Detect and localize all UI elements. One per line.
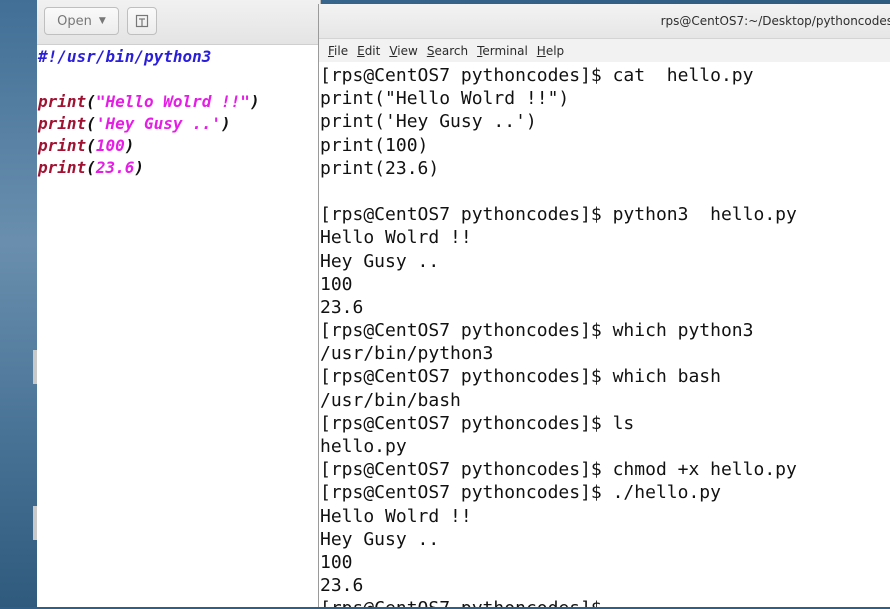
menu-help[interactable]: Help bbox=[537, 44, 564, 58]
terminal-line: [rps@CentOS7 pythoncodes]$ cat hello.py bbox=[320, 65, 754, 86]
argument: 'Hey Gusy ..' bbox=[95, 113, 222, 133]
paren: ( bbox=[86, 158, 96, 178]
shebang-text: #!/usr/bin/python3 bbox=[38, 47, 212, 66]
terminal-line: 23.6 bbox=[320, 296, 364, 318]
terminal-line: Hey Gusy .. bbox=[320, 528, 440, 550]
terminal-output[interactable]: [rps@CentOS7 pythoncodes]$ cat hello.py p… bbox=[320, 64, 890, 607]
terminal-title: rps@CentOS7:~/Desktop/pythoncodes bbox=[660, 14, 890, 28]
terminal-line: 23.6 bbox=[320, 575, 364, 597]
function-name: print bbox=[38, 158, 87, 178]
document-icon bbox=[135, 14, 149, 28]
function-name: print bbox=[38, 113, 87, 133]
paren: ( bbox=[86, 91, 96, 111]
terminal-menubar: File Edit View Search Terminal Help bbox=[319, 39, 890, 62]
new-document-button[interactable] bbox=[127, 7, 157, 35]
terminal-line: 100 bbox=[320, 273, 353, 295]
editor-line: print('Hey Gusy ..') bbox=[37, 113, 320, 135]
terminal-window: rps@CentOS7:~/Desktop/pythoncodes File Ed… bbox=[318, 4, 890, 607]
terminal-titlebar[interactable]: rps@CentOS7:~/Desktop/pythoncodes bbox=[319, 4, 890, 39]
paren: ) bbox=[124, 136, 135, 156]
terminal-line: [rps@CentOS7 pythoncodes]$ bbox=[320, 597, 890, 607]
open-button[interactable]: Open ▼ bbox=[44, 7, 119, 35]
menu-file[interactable]: File bbox=[328, 44, 348, 58]
paren: ( bbox=[86, 113, 96, 133]
terminal-line: [rps@CentOS7 pythoncodes]$ ./hello.py bbox=[320, 482, 721, 504]
terminal-line: Hello Wolrd !! bbox=[320, 505, 472, 527]
terminal-line: print(100) bbox=[320, 134, 429, 156]
gedit-headerbar: Open ▼ bbox=[37, 0, 320, 45]
paren: ) bbox=[221, 113, 231, 133]
paren: ) bbox=[249, 91, 260, 111]
editor-line: print(100) bbox=[37, 135, 320, 157]
terminal-line: [rps@CentOS7 pythoncodes]$ which python3 bbox=[320, 320, 754, 342]
terminal-line: /usr/bin/bash bbox=[320, 389, 461, 411]
paren: ) bbox=[134, 158, 144, 178]
gedit-window: Open ▼ #!/usr/bin/python3 print("Hello Wo… bbox=[37, 0, 321, 607]
terminal-line: print(23.6) bbox=[320, 157, 440, 179]
terminal-line: 100 bbox=[320, 551, 353, 573]
menu-search[interactable]: Search bbox=[427, 44, 468, 58]
editor-line: print("Hello Wolrd !!") bbox=[37, 91, 320, 113]
menu-terminal[interactable]: Terminal bbox=[477, 44, 528, 58]
terminal-line: Hey Gusy .. bbox=[320, 250, 440, 272]
terminal-line: Hello Wolrd !! bbox=[320, 227, 472, 249]
editor-text-area[interactable]: #!/usr/bin/python3 print("Hello Wolrd !!"… bbox=[37, 44, 320, 609]
terminal-line: print("Hello Wolrd !!") bbox=[320, 88, 570, 110]
argument: "Hello Wolrd !!" bbox=[95, 91, 250, 111]
editor-line: #!/usr/bin/python3 bbox=[37, 46, 320, 68]
paren: ( bbox=[86, 136, 96, 156]
terminal-line: hello.py bbox=[320, 436, 407, 457]
argument: 23.6 bbox=[95, 158, 135, 178]
menu-view[interactable]: View bbox=[389, 44, 417, 58]
terminal-line: [rps@CentOS7 pythoncodes]$ which bash bbox=[320, 366, 721, 388]
chevron-down-icon: ▼ bbox=[98, 16, 106, 26]
terminal-line: [rps@CentOS7 pythoncodes]$ python3 hello… bbox=[320, 204, 797, 226]
terminal-line: print('Hey Gusy ..') bbox=[320, 111, 537, 133]
terminal-line: [rps@CentOS7 pythoncodes]$ ls bbox=[320, 412, 635, 434]
editor-line: print(23.6) bbox=[37, 157, 320, 179]
argument: 100 bbox=[95, 136, 125, 156]
terminal-line: [rps@CentOS7 pythoncodes]$ chmod +x hell… bbox=[320, 459, 797, 481]
function-name: print bbox=[38, 91, 87, 111]
function-name: print bbox=[38, 136, 87, 156]
open-button-label: Open bbox=[57, 13, 92, 29]
menu-edit[interactable]: Edit bbox=[357, 44, 380, 58]
terminal-line: /usr/bin/python3 bbox=[320, 343, 494, 365]
